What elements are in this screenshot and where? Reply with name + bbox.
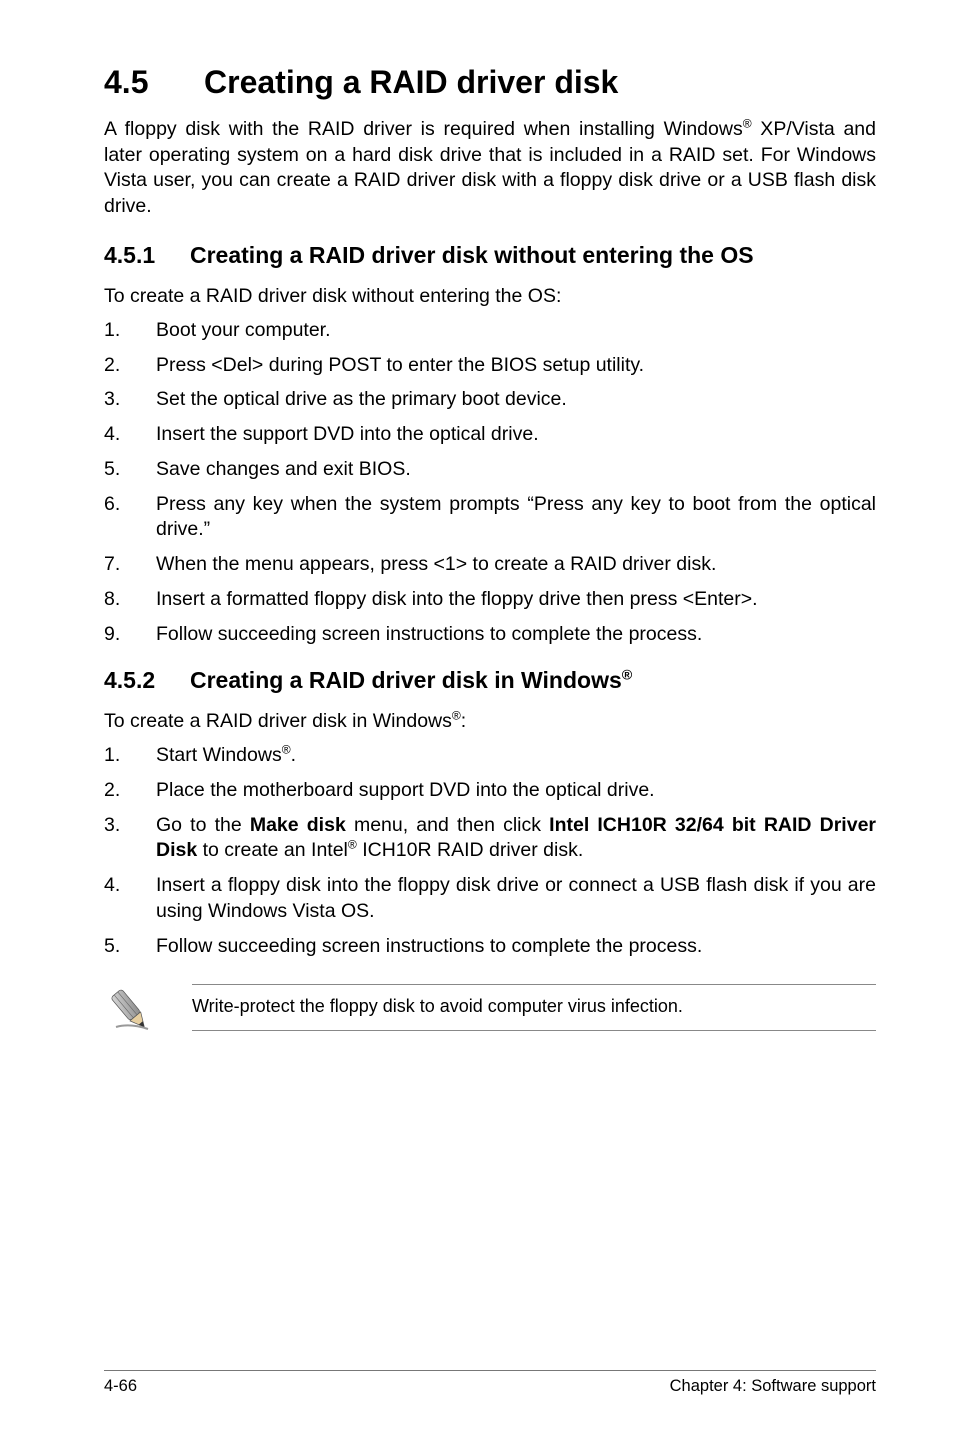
list-item: 8.Insert a formatted floppy disk into th…: [104, 587, 876, 613]
chapter-label: Chapter 4: Software support: [670, 1377, 876, 1396]
list-item: 2.Press <Del> during POST to enter the B…: [104, 353, 876, 379]
step-text: Insert the support DVD into the optical …: [156, 423, 539, 445]
step-bold-b: Make disk: [250, 814, 346, 836]
page-number: 4-66: [104, 1377, 137, 1396]
pencil-icon: [106, 979, 162, 1035]
lead-prefix: To create a RAID driver disk in Windows: [104, 710, 452, 732]
list-item: 5.Save changes and exit BIOS.: [104, 457, 876, 483]
intro-text-1: A floppy disk with the RAID driver is re…: [104, 118, 743, 140]
list-item: 1.Start Windows®.: [104, 743, 876, 769]
subsection-heading: 4.5.2Creating a RAID driver disk in Wind…: [104, 667, 876, 694]
registered-mark: ®: [622, 668, 633, 684]
step-text: Place the motherboard support DVD into t…: [156, 779, 655, 801]
step-text: Boot your computer.: [156, 319, 331, 341]
step-text-f: ICH10R RAID driver disk.: [357, 839, 583, 861]
subsection-heading: 4.5.1Creating a RAID driver disk without…: [104, 242, 876, 269]
note-block: Write-protect the floppy disk to avoid c…: [106, 979, 876, 1035]
subsection-number: 4.5.1: [104, 242, 190, 269]
page-footer: 4-66 Chapter 4: Software support: [104, 1370, 876, 1396]
list-item: 2.Place the motherboard support DVD into…: [104, 778, 876, 804]
list-item: 9.Follow succeeding screen instructions …: [104, 622, 876, 648]
registered-mark: ®: [743, 117, 752, 131]
step-text: Save changes and exit BIOS.: [156, 458, 411, 480]
step-text-e: to create an Intel: [197, 839, 348, 861]
subsection-title: Creating a RAID driver disk without ente…: [190, 242, 754, 268]
list-item: 5.Follow succeeding screen instructions …: [104, 934, 876, 960]
list-item: 3.Go to the Make disk menu, and then cli…: [104, 813, 876, 864]
step-text-c: menu, and then click: [346, 814, 549, 836]
lead-text: To create a RAID driver disk without ent…: [104, 285, 876, 308]
list-item: 3.Set the optical drive as the primary b…: [104, 387, 876, 413]
step-suffix: .: [291, 744, 296, 766]
step-text-a: Go to the: [156, 814, 250, 836]
step-text: Follow succeeding screen instructions to…: [156, 623, 702, 645]
intro-paragraph: A floppy disk with the RAID driver is re…: [104, 117, 876, 220]
subsection-title-prefix: Creating a RAID driver disk in Windows: [190, 667, 622, 693]
list-item: 7.When the menu appears, press <1> to cr…: [104, 552, 876, 578]
list-item: 4.Insert the support DVD into the optica…: [104, 422, 876, 448]
section-heading: 4.5Creating a RAID driver disk: [104, 64, 876, 101]
steps-list-1: 1.Boot your computer. 2.Press <Del> duri…: [104, 318, 876, 647]
list-item: 4.Insert a floppy disk into the floppy d…: [104, 873, 876, 924]
list-item: 6.Press any key when the system prompts …: [104, 492, 876, 543]
lead-suffix: :: [461, 710, 466, 732]
step-text: Follow succeeding screen instructions to…: [156, 935, 702, 957]
step-text: Insert a formatted floppy disk into the …: [156, 588, 758, 610]
section-number: 4.5: [104, 64, 204, 101]
registered-mark: ®: [348, 838, 357, 852]
subsection-number: 4.5.2: [104, 667, 190, 694]
step-text: Insert a floppy disk into the floppy dis…: [156, 874, 876, 922]
registered-mark: ®: [452, 709, 461, 723]
step-text: Press <Del> during POST to enter the BIO…: [156, 354, 644, 376]
step-text: Press any key when the system prompts “P…: [156, 493, 876, 541]
list-item: 1.Boot your computer.: [104, 318, 876, 344]
step-text: When the menu appears, press <1> to crea…: [156, 553, 716, 575]
steps-list-2: 1.Start Windows®. 2.Place the motherboar…: [104, 743, 876, 959]
lead-text: To create a RAID driver disk in Windows®…: [104, 710, 876, 733]
note-text: Write-protect the floppy disk to avoid c…: [192, 984, 876, 1031]
step-text: Start Windows: [156, 744, 282, 766]
section-title: Creating a RAID driver disk: [204, 64, 618, 100]
registered-mark: ®: [282, 743, 291, 757]
step-text: Set the optical drive as the primary boo…: [156, 388, 567, 410]
